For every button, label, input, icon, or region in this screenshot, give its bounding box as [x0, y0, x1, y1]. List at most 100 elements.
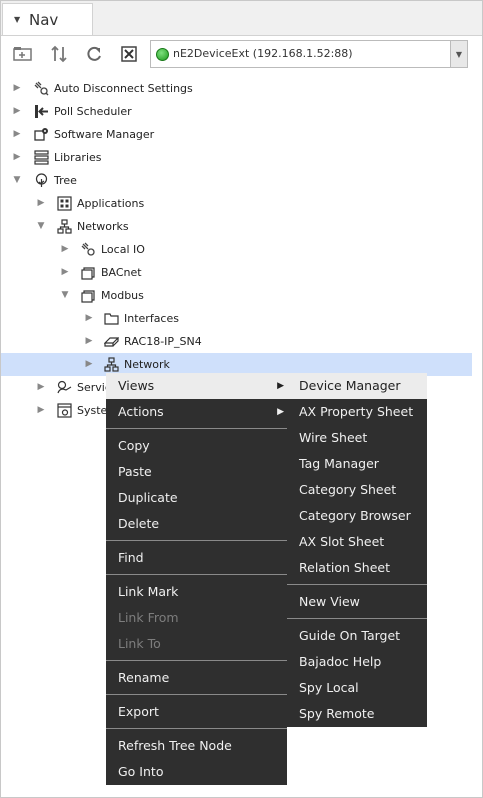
- expand-arrow-icon[interactable]: ▶: [36, 376, 46, 399]
- menu-item-guide-on-target[interactable]: Guide On Target: [287, 623, 427, 649]
- menu-item-wire-sheet[interactable]: Wire Sheet: [287, 425, 427, 451]
- menu-item-link-to: Link To: [106, 631, 287, 657]
- device-icon: [104, 337, 119, 347]
- menu-item-label: Duplicate: [118, 490, 178, 505]
- tree-item[interactable]: ▶ Interfaces: [1, 307, 482, 330]
- menu-separator: [287, 584, 427, 585]
- refresh-button[interactable]: [82, 42, 106, 66]
- menu-item-label: Views: [118, 378, 155, 393]
- menu-item-copy[interactable]: Copy: [106, 433, 287, 459]
- menu-item-label: Link Mark: [118, 584, 179, 599]
- tree-item[interactable]: ▼ Tree: [1, 169, 482, 192]
- menu-separator: [287, 618, 427, 619]
- menu-item-new-view[interactable]: New View: [287, 589, 427, 615]
- menu-item-actions[interactable]: Actions ▶: [106, 399, 287, 425]
- menu-item-device-manager[interactable]: Device Manager: [287, 373, 427, 399]
- expand-arrow-icon[interactable]: ▶: [12, 146, 22, 169]
- expand-arrow-icon[interactable]: ▶: [84, 330, 94, 353]
- menu-item-label: AX Slot Sheet: [299, 534, 385, 549]
- menu-item-spy-local[interactable]: Spy Local: [287, 675, 427, 701]
- folder-stack-icon: [81, 267, 95, 280]
- menu-item-spy-remote[interactable]: Spy Remote: [287, 701, 427, 727]
- collapse-arrow-icon[interactable]: ▼: [36, 215, 46, 238]
- submenu-arrow-icon: ▶: [277, 407, 284, 417]
- tree-item[interactable]: ▶ Auto Disconnect Settings: [1, 77, 482, 100]
- nav-tab[interactable]: ▼ Nav: [2, 3, 93, 35]
- menu-item-label: Guide On Target: [299, 628, 401, 643]
- close-icon: [121, 46, 137, 62]
- network-icon: [104, 357, 119, 372]
- menu-item-label: Link From: [118, 610, 179, 625]
- tree-item[interactable]: ▶ Poll Scheduler: [1, 100, 482, 123]
- software-icon: [34, 128, 48, 141]
- menu-item-label: Find: [118, 550, 144, 565]
- services-icon: [57, 380, 72, 394]
- tree-item[interactable]: ▼ Modbus: [1, 284, 482, 307]
- submenu-arrow-icon: ▶: [277, 381, 284, 391]
- menu-separator: [106, 428, 287, 429]
- tree-item[interactable]: ▶ Local IO: [1, 238, 482, 261]
- poll-icon: [35, 105, 48, 118]
- caret-down-icon[interactable]: ▼: [14, 15, 20, 24]
- menu-item-label: Go Into: [118, 764, 164, 779]
- expand-arrow-icon[interactable]: ▶: [36, 192, 46, 215]
- connected-status-icon: [156, 48, 169, 61]
- menu-separator: [106, 574, 287, 575]
- menu-item-paste[interactable]: Paste: [106, 459, 287, 485]
- station-select[interactable]: nE2DeviceExt (192.168.1.52:88) ▼: [150, 40, 468, 68]
- collapse-arrow-icon[interactable]: ▼: [12, 169, 22, 192]
- tree-item-label: Networks: [77, 220, 129, 233]
- menu-item-export[interactable]: Export: [106, 699, 287, 725]
- menu-item-bajadoc-help[interactable]: Bajadoc Help: [287, 649, 427, 675]
- localio-icon: [81, 242, 95, 256]
- menu-item-find[interactable]: Find: [106, 545, 287, 571]
- expand-arrow-icon[interactable]: ▶: [12, 100, 22, 123]
- menu-item-label: Category Browser: [299, 508, 411, 523]
- tree-item[interactable]: ▶ Libraries: [1, 146, 482, 169]
- menu-item-relation-sheet[interactable]: Relation Sheet: [287, 555, 427, 581]
- tree-item[interactable]: ▶ Software Manager: [1, 123, 482, 146]
- menu-item-rename[interactable]: Rename: [106, 665, 287, 691]
- menu-item-refresh-tree-node[interactable]: Refresh Tree Node: [106, 733, 287, 759]
- expand-arrow-icon[interactable]: ▶: [12, 77, 22, 100]
- new-folder-button[interactable]: [11, 42, 35, 66]
- menu-item-category-sheet[interactable]: Category Sheet: [287, 477, 427, 503]
- menu-item-label: Refresh Tree Node: [118, 738, 232, 753]
- tree-item[interactable]: ▶ Applications: [1, 192, 482, 215]
- tree-item-label: Libraries: [54, 151, 102, 164]
- close-button[interactable]: [117, 42, 141, 66]
- tree-item[interactable]: ▶ RAC18-IP_SN4: [1, 330, 482, 353]
- tree-item-label: Poll Scheduler: [54, 105, 132, 118]
- tree-icon: [35, 173, 48, 187]
- menu-item-label: Category Sheet: [299, 482, 397, 497]
- expand-arrow-icon[interactable]: ▶: [60, 261, 70, 284]
- expand-arrow-icon[interactable]: ▶: [84, 307, 94, 330]
- title-bar: ▼ Nav: [1, 1, 482, 36]
- sort-button[interactable]: [47, 42, 71, 66]
- system-icon: [57, 403, 72, 418]
- expand-arrow-icon[interactable]: ▶: [84, 353, 94, 376]
- menu-item-views[interactable]: Views ▶: [106, 373, 287, 399]
- menu-item-label: Copy: [118, 438, 150, 453]
- menu-item-tag-manager[interactable]: Tag Manager: [287, 451, 427, 477]
- collapse-arrow-icon[interactable]: ▼: [60, 284, 70, 307]
- tree-item[interactable]: ▼ Networks: [1, 215, 482, 238]
- menu-item-ax-slot-sheet[interactable]: AX Slot Sheet: [287, 529, 427, 555]
- expand-arrow-icon[interactable]: ▶: [60, 238, 70, 261]
- menu-separator: [106, 660, 287, 661]
- expand-arrow-icon[interactable]: ▶: [12, 123, 22, 146]
- menu-item-ax-property-sheet[interactable]: AX Property Sheet: [287, 399, 427, 425]
- chevron-down-icon[interactable]: ▼: [450, 41, 467, 67]
- menu-item-label: Device Manager: [299, 378, 401, 393]
- menu-item-link-mark[interactable]: Link Mark: [106, 579, 287, 605]
- tree-item[interactable]: ▶ BACnet: [1, 261, 482, 284]
- nav-toolbar: nE2DeviceExt (192.168.1.52:88) ▼: [1, 36, 482, 72]
- menu-item-delete[interactable]: Delete: [106, 511, 287, 537]
- menu-item-label: Wire Sheet: [299, 430, 368, 445]
- menu-item-duplicate[interactable]: Duplicate: [106, 485, 287, 511]
- folder-stack-icon: [81, 290, 95, 303]
- menu-item-category-browser[interactable]: Category Browser: [287, 503, 427, 529]
- menu-item-label: AX Property Sheet: [299, 404, 414, 419]
- expand-arrow-icon[interactable]: ▶: [36, 399, 46, 422]
- menu-item-go-into[interactable]: Go Into: [106, 759, 287, 785]
